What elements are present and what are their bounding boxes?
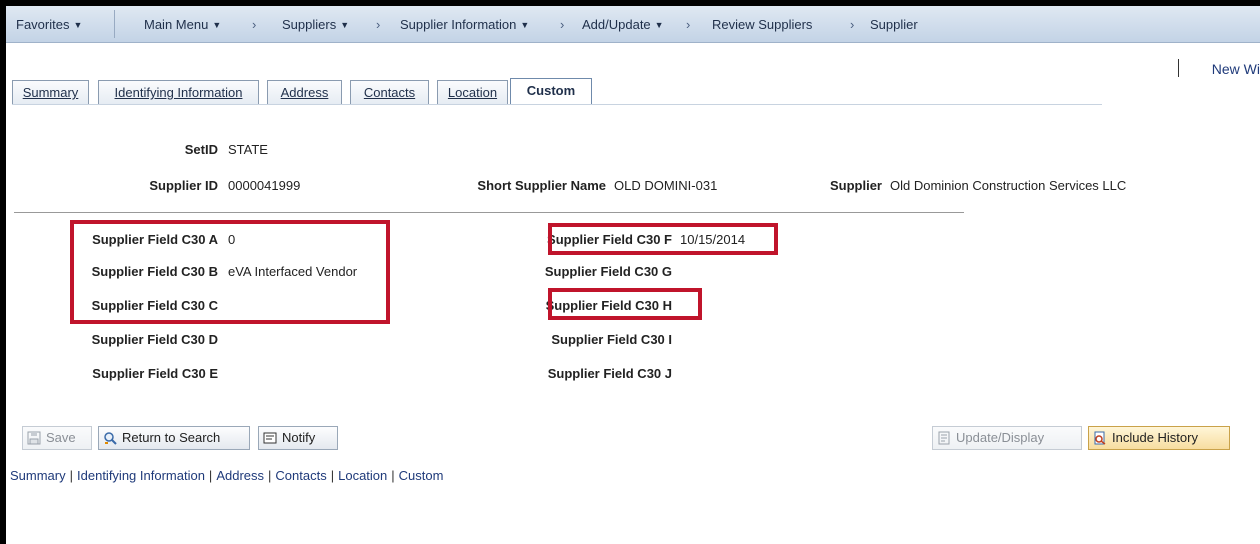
- breadcrumb-arrow-icon: ›: [376, 17, 381, 32]
- notify-label: Notify: [282, 430, 316, 445]
- tab-custom[interactable]: Custom: [510, 78, 592, 104]
- save-label: Save: [46, 430, 76, 445]
- notify-icon: [263, 430, 277, 444]
- update-display-icon: [937, 430, 951, 445]
- link-separator: |: [69, 468, 74, 483]
- breadcrumb-supplier[interactable]: Supplier: [870, 17, 918, 32]
- supplier-label: Supplier: [829, 178, 882, 193]
- breadcrumb-supplier-information[interactable]: Supplier Information ▼: [400, 17, 529, 32]
- highlight-box-field-h: [548, 288, 702, 320]
- link-separator: |: [330, 468, 335, 483]
- footer-tab-links: Summary | Identifying Information | Address |…: [10, 468, 443, 483]
- setid-value: STATE: [228, 142, 268, 157]
- section-divider: [14, 212, 964, 213]
- return-search-icon: [103, 430, 117, 445]
- field-c30-e-label: Supplier Field C30 E: [92, 366, 218, 381]
- chevron-down-icon: ▼: [340, 20, 350, 30]
- chevron-down-icon: ▼: [73, 20, 83, 30]
- breadcrumb-review-suppliers[interactable]: Review Suppliers: [712, 17, 812, 32]
- footer-link-custom[interactable]: Custom: [399, 468, 444, 483]
- tab-identifying-information[interactable]: Identifying Information: [98, 80, 259, 104]
- setid-label: SetID: [184, 142, 218, 157]
- tab-contacts[interactable]: Contacts: [350, 80, 429, 104]
- field-c30-j-label: Supplier Field C30 J: [547, 366, 672, 381]
- footer-link-summary[interactable]: Summary: [10, 468, 66, 483]
- tab-address[interactable]: Address: [267, 80, 342, 104]
- tab-summary[interactable]: Summary: [12, 80, 89, 104]
- tab-label: Contacts: [363, 85, 416, 100]
- include-history-label: Include History: [1112, 430, 1198, 445]
- breadcrumb-arrow-icon: ›: [850, 17, 855, 32]
- tab-label: Location: [447, 85, 498, 100]
- return-to-search-button[interactable]: Return to Search: [98, 426, 250, 450]
- breadcrumb-suppliers[interactable]: Suppliers ▼: [282, 17, 349, 32]
- favorites-menu[interactable]: Favorites ▼: [16, 17, 82, 32]
- breadcrumb-add-update[interactable]: Add/Update ▼: [582, 17, 664, 32]
- footer-link-identifying-information[interactable]: Identifying Information: [77, 468, 205, 483]
- tab-label: Summary: [22, 85, 79, 100]
- highlight-box-field-f: [548, 223, 778, 255]
- footer-link-location[interactable]: Location: [338, 468, 387, 483]
- page: Favorites ▼ Main Menu ▼ › Suppliers ▼ › Sup…: [6, 6, 1260, 544]
- supplier-id-label: Supplier ID: [149, 178, 218, 193]
- field-c30-g-label: Supplier Field C30 G: [544, 264, 672, 279]
- tab-label: Address: [280, 85, 329, 100]
- include-history-icon: [1093, 430, 1107, 445]
- breadcrumb-arrow-icon: ›: [686, 17, 691, 32]
- field-c30-d-label: Supplier Field C30 D: [91, 332, 218, 347]
- update-display-label: Update/Display: [956, 430, 1045, 445]
- main-menu[interactable]: Main Menu ▼: [144, 17, 221, 32]
- navigation-bar: Favorites ▼ Main Menu ▼ › Suppliers ▼ › Sup…: [6, 6, 1260, 43]
- notify-button[interactable]: Notify: [258, 426, 338, 450]
- short-supplier-name-value: OLD DOMINI-031: [614, 178, 718, 193]
- link-separator: |: [268, 468, 272, 483]
- breadcrumb-arrow-icon: ›: [560, 17, 565, 32]
- nav-divider: [114, 10, 115, 38]
- link-divider: [1178, 59, 1179, 77]
- save-disk-icon: [27, 430, 41, 445]
- breadcrumb-label: Suppliers: [282, 17, 337, 32]
- tab-label: Custom: [526, 83, 576, 98]
- chevron-down-icon: ▼: [520, 20, 530, 30]
- include-history-button[interactable]: Include History: [1088, 426, 1230, 450]
- supplier-name-value: Old Dominion Construction Services LLC: [890, 178, 1127, 193]
- footer-link-contacts[interactable]: Contacts: [275, 468, 326, 483]
- return-to-search-label: Return to Search: [122, 430, 221, 445]
- tab-label: Identifying Information: [114, 85, 243, 100]
- highlight-box-fields-a-c: [70, 220, 390, 324]
- update-display-button[interactable]: Update/Display: [932, 426, 1082, 450]
- favorites-label: Favorites: [16, 17, 70, 32]
- link-separator: |: [208, 468, 213, 483]
- tab-underline: [12, 104, 1102, 105]
- supplier-id-value: 0000041999: [228, 178, 301, 193]
- chevron-down-icon: ▼: [654, 20, 664, 30]
- footer-link-address[interactable]: Address: [216, 468, 264, 483]
- breadcrumb-label: Supplier Information: [400, 17, 517, 32]
- short-supplier-name-label: Short Supplier Name: [477, 178, 606, 193]
- save-button[interactable]: Save: [22, 426, 92, 450]
- main-menu-label: Main Menu: [144, 17, 209, 32]
- tab-location[interactable]: Location: [437, 80, 508, 104]
- breadcrumb-label: Add/Update: [582, 17, 651, 32]
- new-window-link[interactable]: New Wi: [1212, 61, 1260, 77]
- chevron-down-icon: ▼: [212, 20, 222, 30]
- link-separator: |: [391, 468, 395, 483]
- breadcrumb-arrow-icon: ›: [252, 17, 257, 32]
- field-c30-i-label: Supplier Field C30 I: [551, 332, 672, 347]
